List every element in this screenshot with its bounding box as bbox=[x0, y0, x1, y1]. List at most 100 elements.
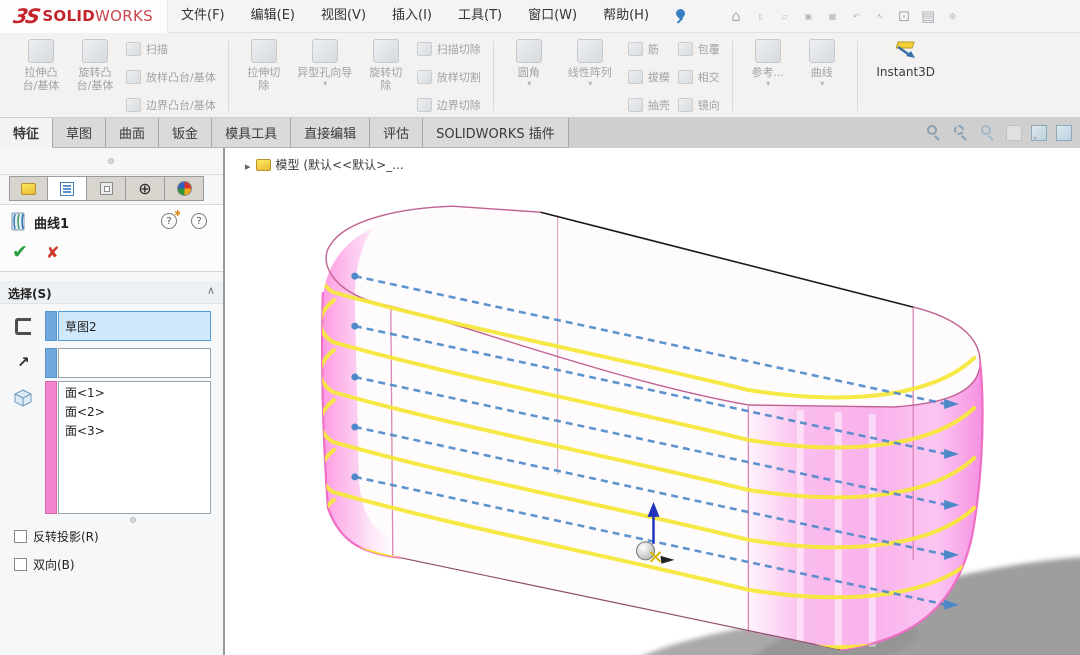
cancel-button[interactable]: ✘ bbox=[46, 243, 59, 262]
revolve-boss-button[interactable]: 旋转凸 台/基体 bbox=[69, 39, 121, 92]
draft-button[interactable]: 拔模 bbox=[628, 69, 670, 85]
instant3d-button[interactable]: Instant3D bbox=[867, 39, 945, 79]
view-orientation-icon[interactable] bbox=[1031, 125, 1047, 141]
intersect-icon bbox=[678, 70, 693, 84]
pin-icon[interactable] bbox=[672, 8, 688, 24]
fillet-button[interactable]: 圆角 bbox=[503, 39, 555, 88]
direction-selection-field[interactable] bbox=[58, 348, 211, 378]
collapse-chevron-icon[interactable]: ∧ bbox=[207, 284, 215, 297]
reference-geometry-button[interactable]: 参考... bbox=[742, 39, 794, 88]
select-icon[interactable] bbox=[870, 6, 890, 26]
tab-mold-tools[interactable]: 模具工具 bbox=[212, 118, 291, 148]
pm-header: 曲线1 ? ✱ ? bbox=[0, 204, 223, 238]
list-resize-dot[interactable] bbox=[130, 517, 136, 523]
selection-section-header[interactable]: 选择(S) ∧ bbox=[0, 281, 223, 304]
tab-sheet-metal[interactable]: 钣金 bbox=[159, 118, 212, 148]
reverse-projection-row: 反转投影(R) bbox=[14, 528, 99, 545]
properties-icon[interactable] bbox=[918, 6, 938, 26]
logo-text-works: WORKS bbox=[95, 7, 153, 25]
new-file-icon[interactable] bbox=[750, 6, 770, 26]
face-list-item[interactable]: 面<3> bbox=[59, 420, 210, 439]
tab-addins[interactable]: SOLIDWORKS 插件 bbox=[423, 118, 569, 148]
tab-dimxpert[interactable] bbox=[126, 176, 165, 201]
zoom-fit-icon[interactable] bbox=[925, 124, 943, 142]
face-list-item[interactable]: 面<2> bbox=[59, 401, 210, 420]
revolve-cut-button[interactable]: 旋转切 除 bbox=[360, 39, 412, 92]
pm-confirm-row: ✔ ✘ bbox=[0, 238, 223, 272]
ribbon-group-cut: 拉伸切 除 异型孔向导 旋转切 除 扫描切除 放样切割 边界切除 bbox=[231, 37, 491, 115]
curves-button[interactable]: 曲线 bbox=[796, 39, 848, 88]
menu-window[interactable]: 窗口(W) bbox=[515, 0, 590, 32]
menu-insert[interactable]: 插入(I) bbox=[379, 0, 445, 32]
curve-feature-icon bbox=[9, 211, 29, 233]
panel-resize-dot[interactable] bbox=[108, 158, 114, 164]
menu-file[interactable]: 文件(F) bbox=[168, 0, 238, 32]
tab-sketch[interactable]: 草图 bbox=[53, 118, 106, 148]
extrude-cut-button[interactable]: 拉伸切 除 bbox=[238, 39, 290, 92]
display-style-icon[interactable] bbox=[1056, 125, 1072, 141]
menu-edit[interactable]: 编辑(E) bbox=[238, 0, 308, 32]
tab-features[interactable]: 特征 bbox=[0, 118, 53, 148]
boundary-boss-button[interactable]: 边界凸台/基体 bbox=[126, 97, 216, 113]
loft-cut-icon bbox=[417, 70, 432, 84]
zoom-previous-icon[interactable] bbox=[979, 124, 997, 142]
open-icon[interactable] bbox=[774, 6, 794, 26]
reference-geometry-icon bbox=[755, 39, 781, 63]
fillet-icon bbox=[516, 39, 542, 63]
boundary-cut-button[interactable]: 边界切除 bbox=[417, 97, 481, 113]
display-manager-icon bbox=[177, 181, 192, 196]
undo-icon[interactable] bbox=[846, 6, 866, 26]
wrap-button[interactable]: 包覆 bbox=[678, 41, 720, 57]
tab-configuration-manager[interactable] bbox=[87, 176, 126, 201]
help-star-icon: ✱ bbox=[174, 209, 181, 218]
ribbon-group-instant3d: Instant3D bbox=[860, 37, 952, 115]
sketch-selection-field[interactable]: 草图2 bbox=[58, 311, 211, 341]
shell-button[interactable]: 抽壳 bbox=[628, 97, 670, 113]
faces-selection-list[interactable]: 面<1> 面<2> 面<3> bbox=[58, 381, 211, 514]
tab-property-manager[interactable] bbox=[48, 176, 87, 201]
tree-expand-icon[interactable] bbox=[245, 155, 251, 174]
loft-cut-button[interactable]: 放样切割 bbox=[417, 69, 481, 85]
tab-display-manager[interactable] bbox=[165, 176, 204, 201]
reverse-projection-checkbox[interactable] bbox=[14, 530, 27, 543]
home-icon[interactable] bbox=[726, 6, 746, 26]
section-view-icon[interactable] bbox=[1006, 125, 1022, 141]
flyout-feature-tree: 模型 (默认<<默认>_... bbox=[245, 155, 404, 174]
linear-pattern-button[interactable]: 线性阵列 bbox=[557, 39, 623, 88]
pm-title: 曲线1 bbox=[34, 213, 69, 232]
intersect-button[interactable]: 相交 bbox=[678, 69, 720, 85]
attach-icon[interactable] bbox=[894, 6, 914, 26]
save-icon[interactable] bbox=[798, 6, 818, 26]
tab-surfaces[interactable]: 曲面 bbox=[106, 118, 159, 148]
sweep-button[interactable]: 扫描 bbox=[126, 41, 216, 57]
face-list-item[interactable]: 面<1> bbox=[59, 382, 210, 401]
tab-direct-editing[interactable]: 直接编辑 bbox=[291, 118, 370, 148]
ribbon-group-features: 圆角 线性阵列 筋 拔模 抽壳 包覆 相交 镜向 bbox=[496, 37, 730, 115]
hole-wizard-button[interactable]: 异型孔向导 bbox=[292, 39, 358, 88]
menu-help[interactable]: 帮助(H) bbox=[590, 0, 662, 32]
revolve-cut-icon bbox=[373, 39, 399, 63]
reverse-projection-label: 反转投影(R) bbox=[33, 528, 99, 545]
property-manager-panel: 曲线1 ? ✱ ? ✔ ✘ 选择(S) ∧ ↗ 草图2 bbox=[0, 148, 223, 655]
tree-root-node[interactable]: 模型 (默认<<默认>_... bbox=[276, 156, 404, 173]
menu-view[interactable]: 视图(V) bbox=[308, 0, 379, 32]
boundary-boss-icon bbox=[126, 98, 141, 112]
ok-button[interactable]: ✔ bbox=[12, 241, 28, 263]
zoom-area-icon[interactable] bbox=[952, 124, 970, 142]
extrude-boss-button[interactable]: 拉伸凸 台/基体 bbox=[15, 39, 67, 92]
rib-icon bbox=[628, 42, 643, 56]
boundary-cut-icon bbox=[417, 98, 432, 112]
sweep-cut-button[interactable]: 扫描切除 bbox=[417, 41, 481, 57]
loft-boss-button[interactable]: 放样凸台/基体 bbox=[126, 69, 216, 85]
mirror-button[interactable]: 镜向 bbox=[678, 97, 720, 113]
tab-feature-manager[interactable] bbox=[9, 176, 48, 201]
help-icon[interactable]: ? bbox=[191, 213, 207, 229]
settings-icon[interactable] bbox=[942, 6, 962, 26]
bidirectional-checkbox[interactable] bbox=[14, 558, 27, 571]
linear-pattern-icon bbox=[577, 39, 603, 63]
rib-button[interactable]: 筋 bbox=[628, 41, 670, 57]
graphics-viewport[interactable]: 模型 (默认<<默认>_... bbox=[225, 148, 1080, 655]
tab-evaluate[interactable]: 评估 bbox=[370, 118, 423, 148]
print-icon[interactable] bbox=[822, 6, 842, 26]
menu-tools[interactable]: 工具(T) bbox=[445, 0, 515, 32]
